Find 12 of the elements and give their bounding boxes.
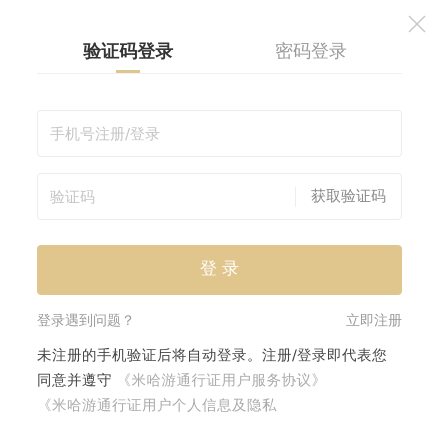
- tab[interactable]: 验证码登录: [37, 36, 220, 73]
- register-link[interactable]: 立即注册: [346, 311, 402, 332]
- login-button[interactable]: 登 录: [37, 245, 402, 295]
- help-link[interactable]: 登录遇到问题？: [37, 311, 135, 332]
- get-code-button[interactable]: 获取验证码: [296, 173, 402, 220]
- agreement-link[interactable]: 《米哈游通行证用户服务协议》: [116, 373, 327, 389]
- phone-field[interactable]: 手机号注册/登录: [37, 110, 402, 157]
- tab[interactable]: 密码登录: [220, 36, 402, 73]
- close-icon: [408, 15, 426, 33]
- agreement-link[interactable]: 《米哈游通行证用户个人信息及隐私: [37, 398, 277, 414]
- code-field[interactable]: 验证码: [37, 173, 295, 220]
- agreement-text: 未注册的手机验证后将自动登录。注册/登录即代表您同意并遵守 《米哈游通行证用户服务协议》 《米哈游通行证用户个人信息及隐私: [37, 346, 388, 416]
